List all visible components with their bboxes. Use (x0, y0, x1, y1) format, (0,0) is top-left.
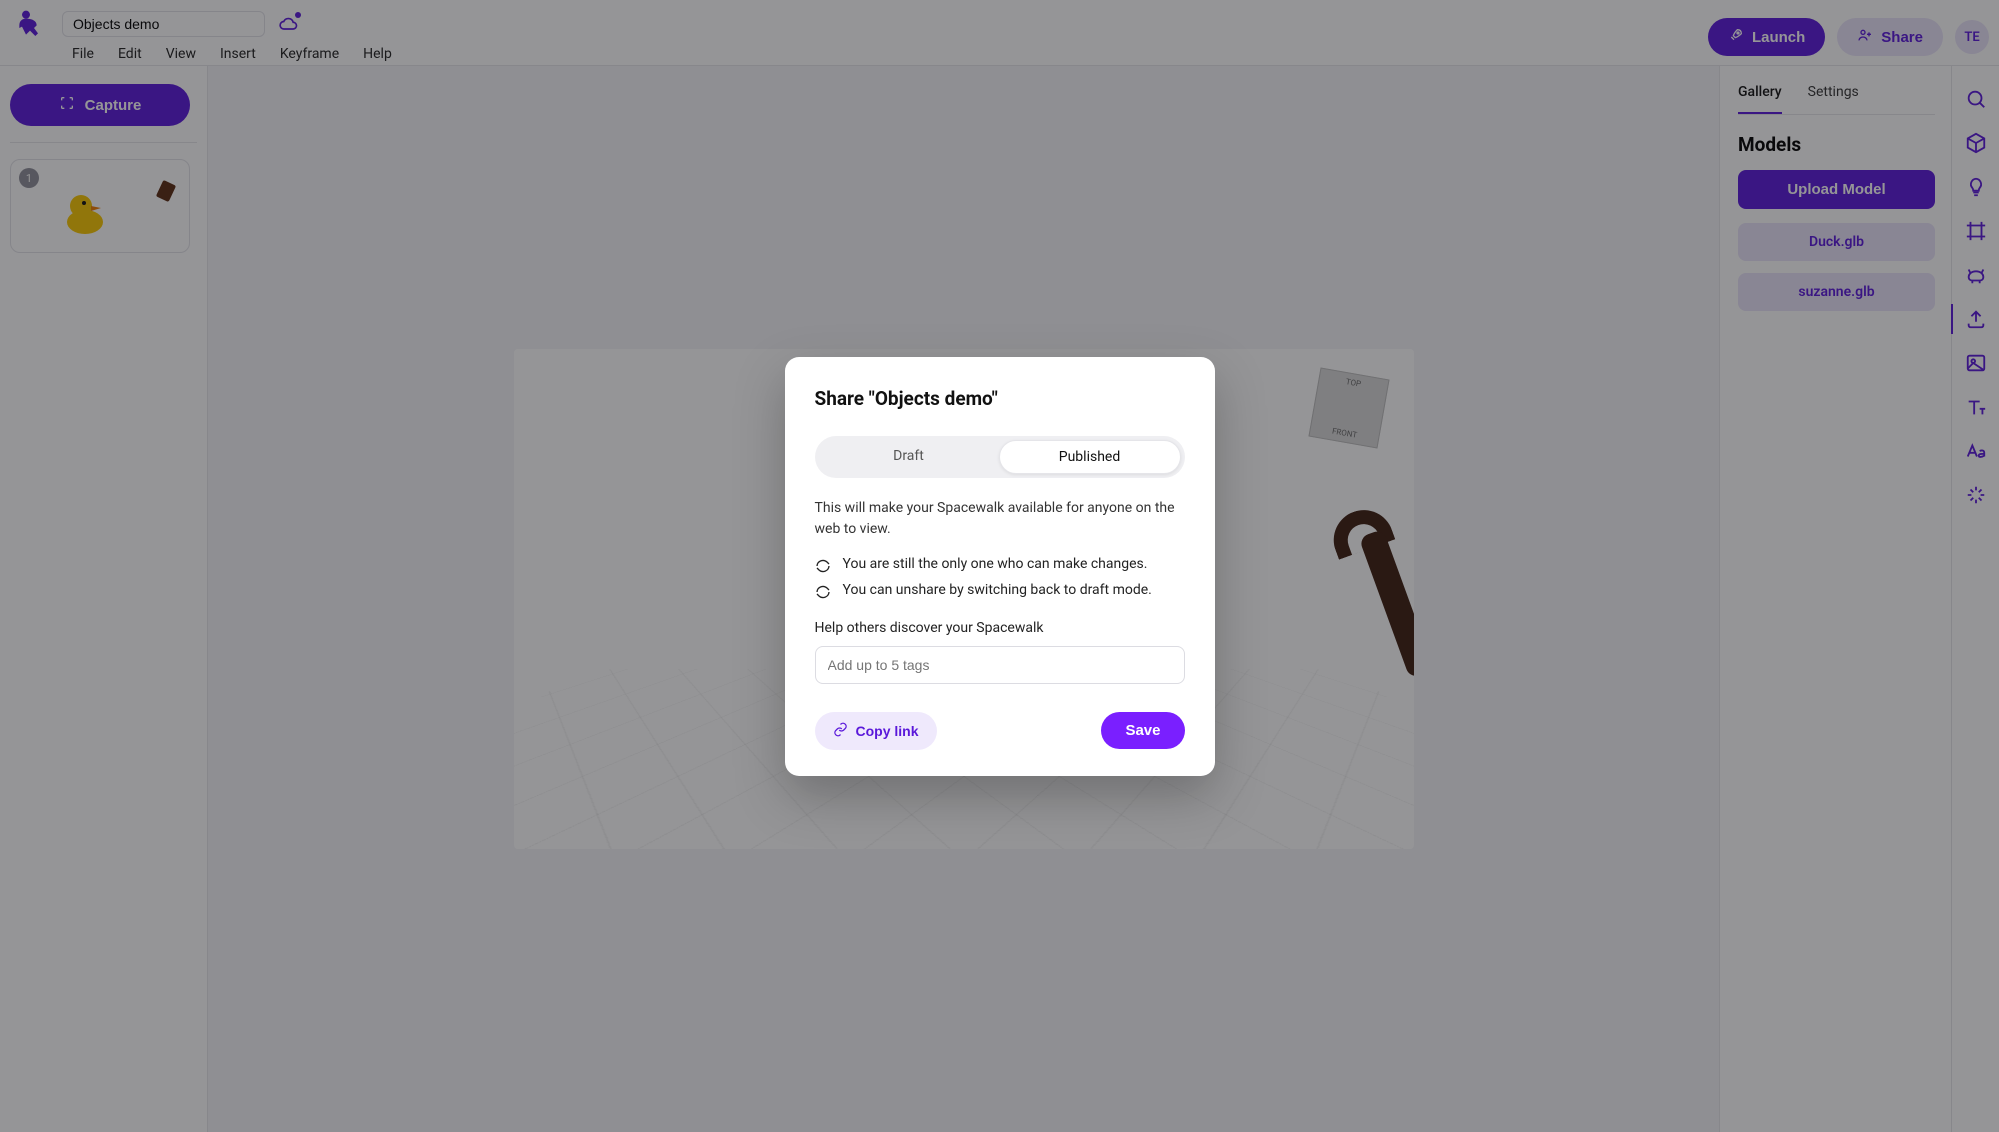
modal-overlay[interactable]: Share "Objects demo" Draft Published Thi… (0, 0, 1999, 1132)
tags-input[interactable] (815, 646, 1185, 684)
modal-description: This will make your Spacewalk available … (815, 498, 1185, 540)
modal-bullet-1-text: You are still the only one who can make … (843, 556, 1148, 572)
visibility-segmented: Draft Published (815, 436, 1185, 478)
seg-published[interactable]: Published (999, 440, 1181, 474)
copy-link-button[interactable]: Copy link (815, 712, 937, 750)
save-button[interactable]: Save (1101, 712, 1184, 749)
share-modal: Share "Objects demo" Draft Published Thi… (785, 357, 1215, 776)
seg-draft[interactable]: Draft (819, 440, 999, 474)
modal-bullet-1: You are still the only one who can make … (815, 556, 1185, 574)
modal-subheading: Help others discover your Spacewalk (815, 620, 1185, 636)
modal-bullet-2: You can unshare by switching back to dra… (815, 582, 1185, 600)
modal-title: Share "Objects demo" (815, 387, 1185, 410)
link-icon (833, 722, 848, 740)
copy-link-label: Copy link (856, 723, 919, 739)
modal-bullet-2-text: You can unshare by switching back to dra… (843, 582, 1152, 598)
refresh-icon (815, 584, 831, 600)
refresh-icon (815, 558, 831, 574)
